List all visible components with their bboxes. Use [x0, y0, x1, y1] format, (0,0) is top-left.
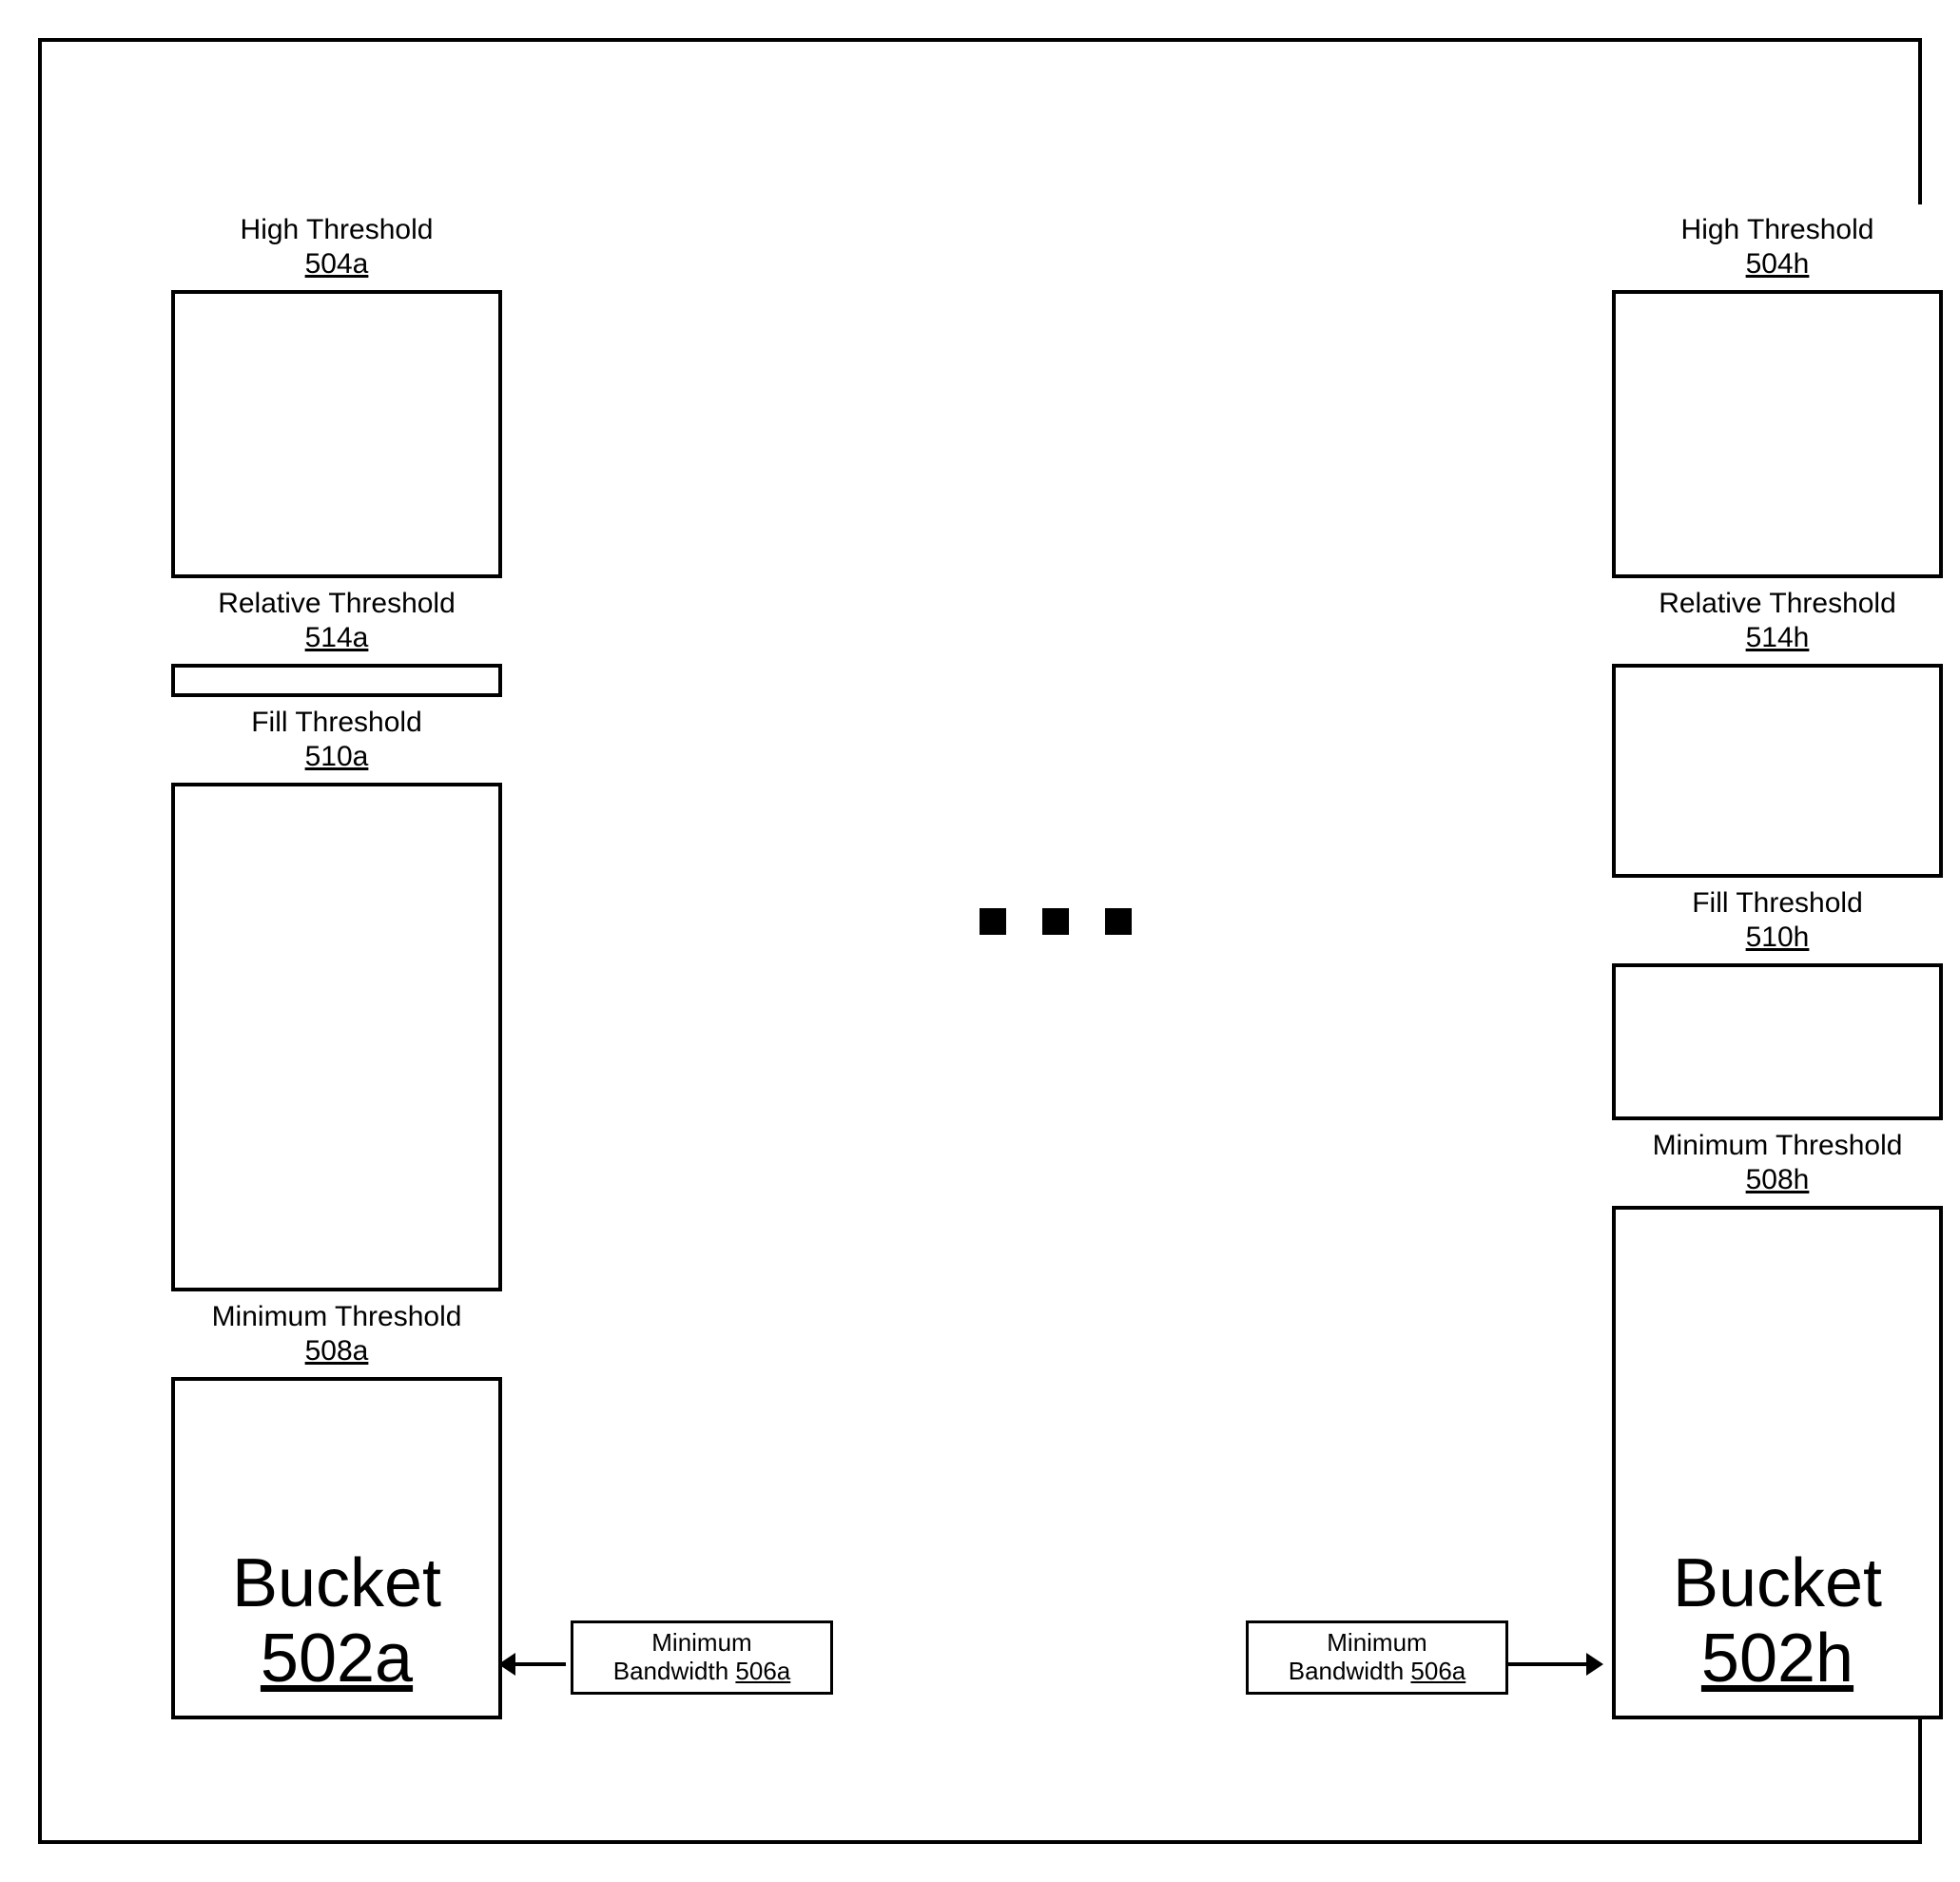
bucket-a-relative-threshold-ref: 514a — [305, 621, 369, 655]
bucket-a-title: Bucket 502a — [175, 1546, 498, 1697]
bucket-h-fill-threshold-band: Fill Threshold 510h — [1612, 874, 1943, 967]
minbw-a-box: Minimum Bandwidth 506a — [571, 1620, 833, 1695]
diagram-canvas: High Threshold 504a Relative Threshold 5… — [0, 0, 1960, 1882]
dot-icon — [1105, 908, 1132, 935]
dot-icon — [1042, 908, 1069, 935]
bucket-a-title-ref: 502a — [175, 1621, 498, 1697]
bucket-a-relative-threshold-label: Relative Threshold — [218, 587, 456, 621]
minbw-a-label1: Minimum — [583, 1629, 821, 1658]
bucket-a-fill-threshold-band: Fill Threshold 510a — [171, 693, 502, 786]
arrow-bucket-h — [1507, 1662, 1588, 1666]
minbw-h-label2: Bandwidth — [1289, 1657, 1411, 1685]
bucket-a-minimum-threshold-ref: 508a — [305, 1334, 369, 1368]
bucket-a-high-threshold-label: High Threshold — [241, 213, 434, 247]
bucket-h-minimum-threshold-label: Minimum Threshold — [1653, 1129, 1903, 1163]
bucket-a-minimum-threshold-label: Minimum Threshold — [212, 1300, 462, 1334]
ellipsis-dots — [980, 908, 1132, 935]
bucket-h-fill-threshold-label: Fill Threshold — [1692, 886, 1863, 921]
bucket-h-title-ref: 502h — [1616, 1621, 1939, 1697]
minbw-a-label2: Bandwidth — [613, 1657, 736, 1685]
bucket-a: High Threshold 504a Relative Threshold 5… — [171, 204, 502, 1719]
bucket-a-relative-threshold-band: Relative Threshold 514a — [171, 574, 502, 668]
bucket-h-relative-threshold-ref: 514h — [1746, 621, 1810, 655]
bucket-h-minimum-threshold-band: Minimum Threshold 508h — [1612, 1116, 1943, 1210]
bucket-a-high-threshold-ref: 504a — [305, 247, 369, 281]
bucket-h-title: Bucket 502h — [1616, 1546, 1939, 1697]
bucket-h-title-label: Bucket — [1616, 1546, 1939, 1621]
minbw-a-ref: 506a — [735, 1657, 790, 1685]
bucket-a-fill-threshold-ref: 510a — [305, 740, 369, 774]
bucket-a-minimum-threshold-band: Minimum Threshold 508a — [171, 1288, 502, 1381]
bucket-h-relative-threshold-band: Relative Threshold 514h — [1612, 574, 1943, 668]
bucket-h-fill-threshold-ref: 510h — [1746, 921, 1810, 955]
minbw-h-box: Minimum Bandwidth 506a — [1246, 1620, 1508, 1695]
arrow-bucket-a — [514, 1662, 566, 1666]
dot-icon — [980, 908, 1006, 935]
minbw-h-ref: 506a — [1410, 1657, 1465, 1685]
bucket-a-high-threshold-band: High Threshold 504a — [171, 204, 502, 294]
bucket-a-fill-threshold-label: Fill Threshold — [251, 706, 422, 740]
minbw-h-label1: Minimum — [1258, 1629, 1496, 1658]
bucket-h: High Threshold 504h Relative Threshold 5… — [1612, 204, 1943, 1719]
bucket-h-high-threshold-label: High Threshold — [1681, 213, 1874, 247]
bucket-h-relative-threshold-label: Relative Threshold — [1659, 587, 1896, 621]
bucket-h-high-threshold-ref: 504h — [1746, 247, 1810, 281]
bucket-h-minimum-threshold-ref: 508h — [1746, 1163, 1810, 1197]
bucket-a-title-label: Bucket — [175, 1546, 498, 1621]
bucket-h-high-threshold-band: High Threshold 504h — [1612, 204, 1943, 294]
